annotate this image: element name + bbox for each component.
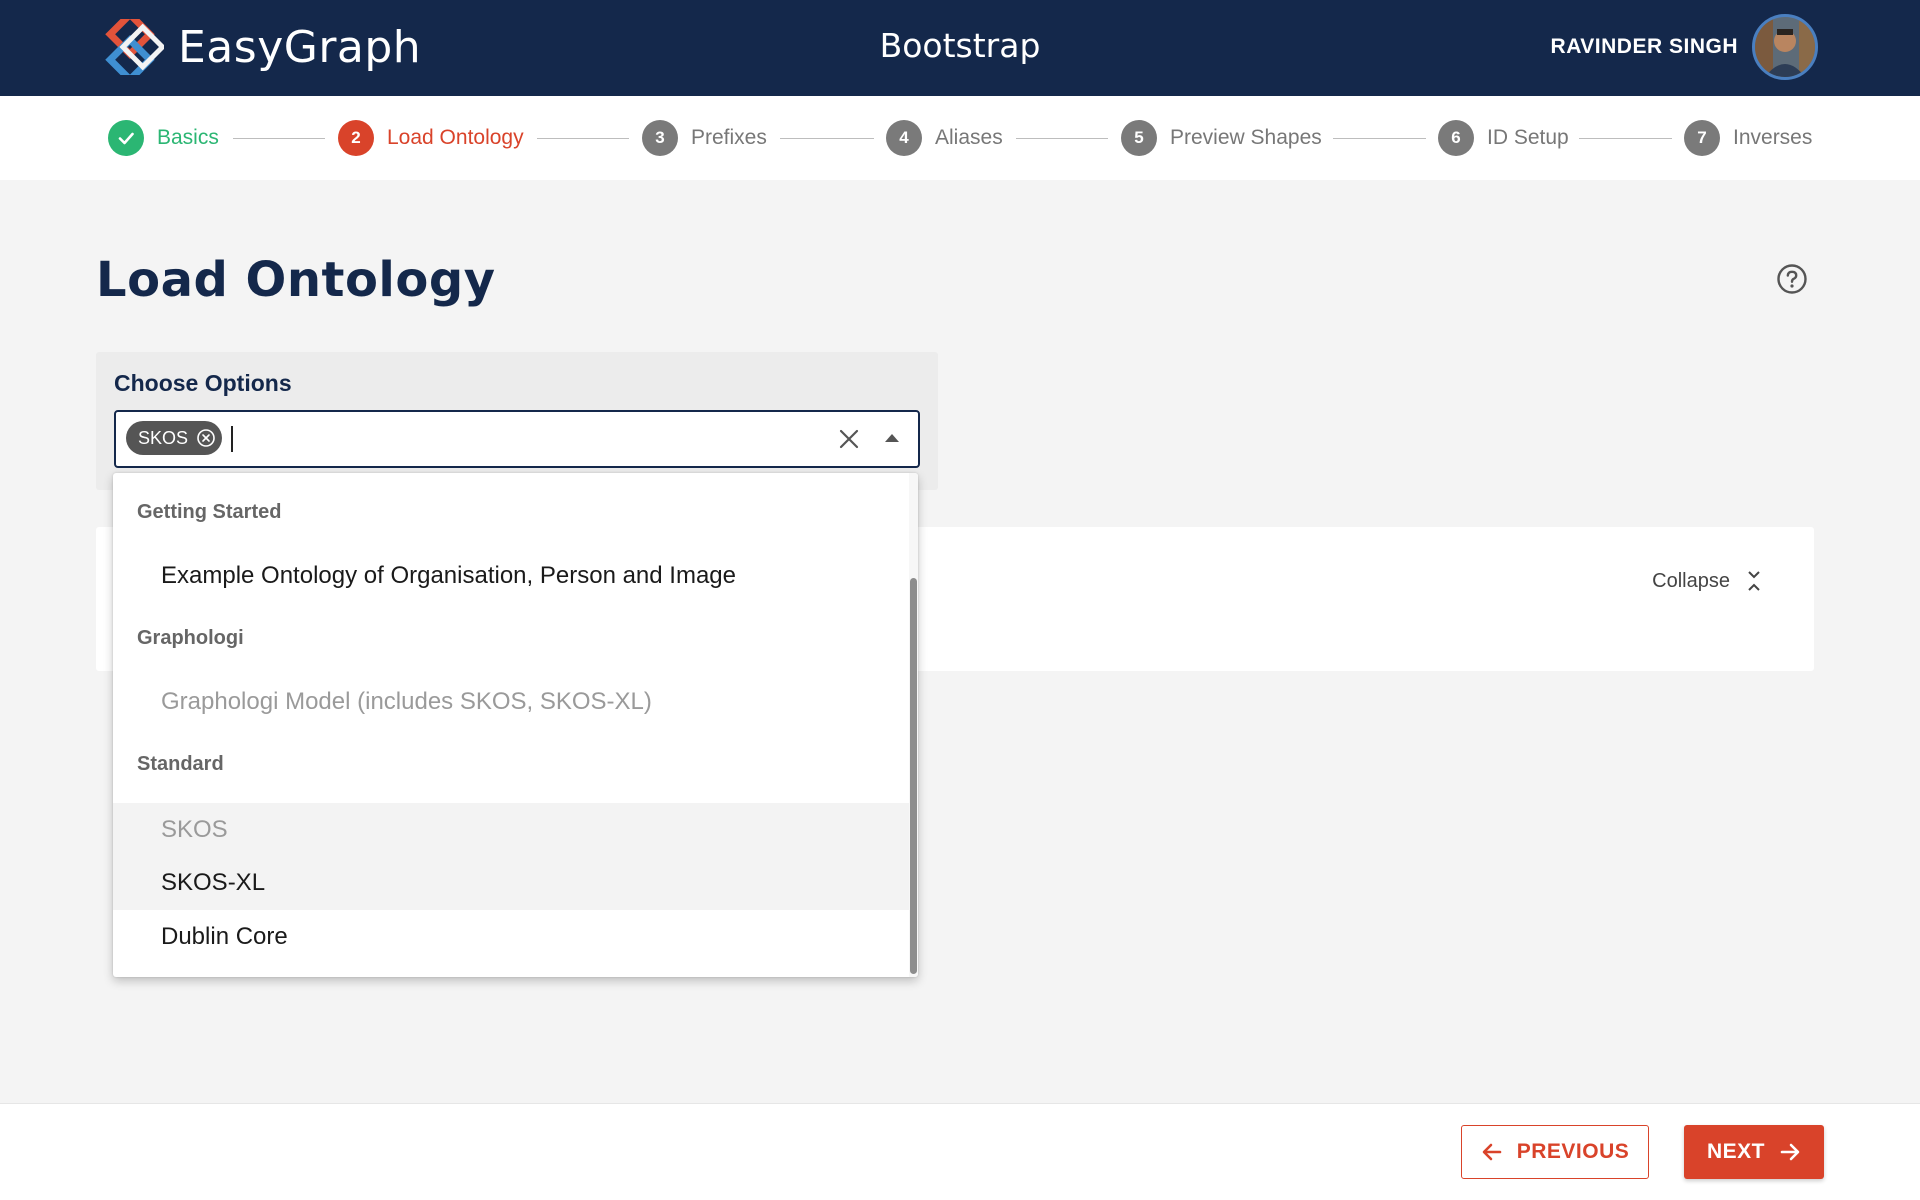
collapse-button[interactable]: Collapse [1652,569,1762,593]
collapse-label: Collapse [1652,569,1730,592]
step-label: Prefixes [691,126,767,149]
user-menu[interactable]: RAVINDER SINGH [1551,14,1818,80]
next-label: NEXT [1706,1140,1765,1163]
scrollbar-thumb[interactable] [910,578,917,974]
collapse-icon [1748,571,1760,591]
selected-chip[interactable]: SKOS [126,421,223,455]
step-connector [780,138,874,139]
step-id-setup[interactable]: 6 ID Setup [1438,120,1569,156]
step-label: Basics [157,126,219,149]
options-dropdown: Getting Started Example Ontology of Orga… [113,473,918,977]
step-number: 2 [338,120,374,156]
group-label-getting-started: Getting Started [137,501,282,523]
step-prefixes[interactable]: 3 Prefixes [642,120,767,156]
arrow-right-icon [1780,1143,1800,1161]
option-example-ontology[interactable]: Example Ontology of Organisation, Person… [113,549,909,603]
step-number: 3 [642,120,678,156]
clear-icon[interactable] [838,428,860,450]
check-icon [108,120,144,156]
step-basics[interactable]: Basics [108,120,219,156]
previous-button[interactable]: PREVIOUS [1461,1125,1649,1179]
step-connector [537,138,629,139]
option-dublin-core[interactable]: Dublin Core [113,910,909,964]
step-number: 6 [1438,120,1474,156]
user-avatar-icon [1755,17,1815,77]
step-connector [233,138,325,139]
help-icon[interactable] [1776,263,1808,295]
step-label: Aliases [935,126,1003,149]
step-inverses[interactable]: 7 Inverses [1684,120,1812,156]
ontology-select[interactable]: SKOS [114,410,920,468]
avatar[interactable] [1752,14,1818,80]
group-label-graphologi: Graphologi [137,627,244,649]
dropdown-scrollbar[interactable] [909,473,918,977]
step-connector [1016,138,1108,139]
step-preview-shapes[interactable]: 5 Preview Shapes [1121,120,1322,156]
arrow-left-icon [1482,1143,1502,1161]
step-number: 5 [1121,120,1157,156]
group-label-standard: Standard [137,753,224,775]
wizard-stepper: Basics 2 Load Ontology 3 Prefixes 4 Alia… [0,96,1920,180]
step-aliases[interactable]: 4 Aliases [886,120,1003,156]
choose-options-panel: Choose Options SKOS [96,352,938,490]
step-number: 4 [886,120,922,156]
step-label: Load Ontology [387,126,524,149]
text-caret [231,426,233,452]
options-label: Choose Options [114,370,292,396]
chip-label: SKOS [138,427,189,448]
step-connector [1333,138,1426,139]
chevron-up-icon[interactable] [884,432,900,444]
option-skos-xl[interactable]: SKOS-XL [113,856,909,910]
wizard-footer: PREVIOUS NEXT [0,1103,1920,1200]
step-label: Preview Shapes [1170,126,1322,149]
step-number: 7 [1684,120,1720,156]
next-button[interactable]: NEXT [1684,1125,1824,1179]
app-header: EasyGraph Bootstrap RAVINDER SINGH [0,0,1920,96]
previous-label: PREVIOUS [1516,1140,1630,1163]
step-label: Inverses [1733,126,1813,149]
step-connector [1579,138,1672,139]
option-skos: SKOS [113,803,909,857]
step-label: ID Setup [1487,126,1569,149]
remove-chip-icon[interactable] [196,428,216,448]
page-title: Load Ontology [96,252,496,308]
user-name: RAVINDER SINGH [1550,35,1738,58]
step-load-ontology[interactable]: 2 Load Ontology [338,120,524,156]
option-graphologi-model: Graphologi Model (includes SKOS, SKOS-XL… [161,688,652,715]
